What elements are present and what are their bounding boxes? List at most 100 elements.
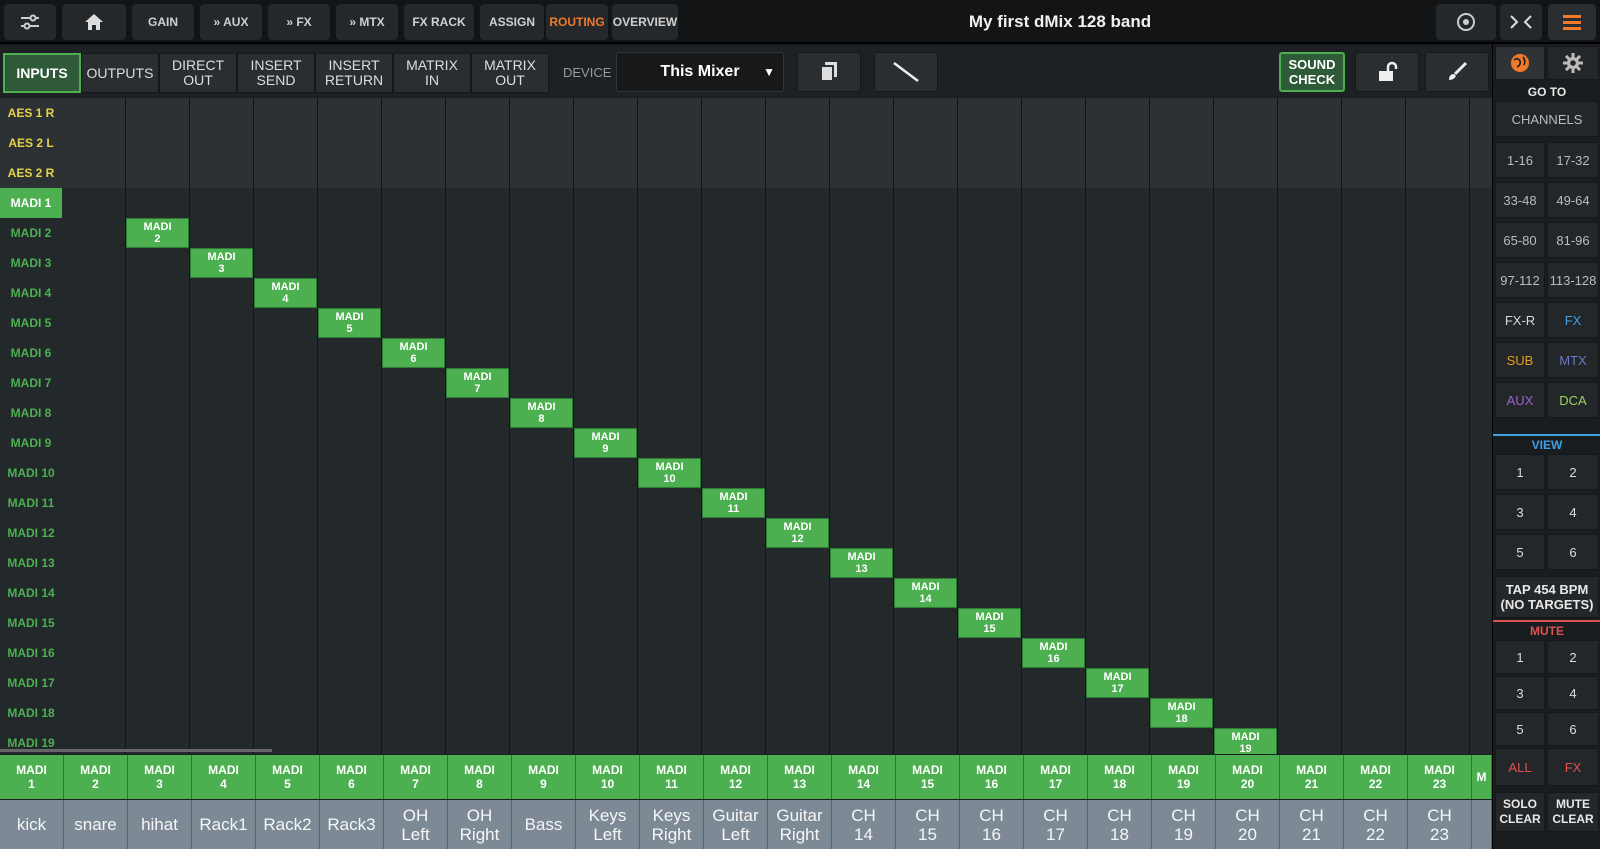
row-label[interactable]: MADI 18: [0, 698, 62, 728]
mute-group-button[interactable]: 5: [1495, 712, 1545, 746]
channel-name[interactable]: Bass: [512, 800, 576, 849]
mute-group-button[interactable]: 1: [1495, 640, 1545, 674]
row-label[interactable]: AES 2 R: [0, 158, 62, 188]
column-source[interactable]: MADI 16: [960, 755, 1024, 799]
channel-range-button[interactable]: 113-128: [1547, 262, 1599, 298]
row-label[interactable]: MADI 14: [0, 578, 62, 608]
routed-cell[interactable]: MADI 4: [254, 278, 317, 308]
channel-name[interactable]: Keys Right: [640, 800, 704, 849]
tab-assign[interactable]: ASSIGN: [480, 4, 544, 40]
mute-fx-button[interactable]: FX: [1547, 748, 1599, 786]
row-label[interactable]: MADI 6: [0, 338, 62, 368]
routed-cell[interactable]: MADI 19: [1214, 728, 1277, 754]
tab-fx[interactable]: » FX: [268, 4, 330, 40]
row-label[interactable]: MADI 9: [0, 428, 62, 458]
channel-name[interactable]: CH 22: [1344, 800, 1408, 849]
channel-range-button[interactable]: 97-112: [1495, 262, 1545, 298]
diagonal-route-icon[interactable]: [874, 52, 938, 92]
tab-insert-send[interactable]: INSERT SEND: [237, 53, 315, 93]
view-button[interactable]: 5: [1495, 534, 1545, 570]
collapse-icon[interactable]: [1500, 4, 1542, 40]
mute-all-button[interactable]: ALL: [1495, 748, 1545, 786]
channel-name[interactable]: CH 16: [960, 800, 1024, 849]
column-source[interactable]: MADI 6: [320, 755, 384, 799]
column-source[interactable]: MADI 1: [0, 755, 64, 799]
row-label[interactable]: MADI 7: [0, 368, 62, 398]
mixer-settings-icon[interactable]: [4, 4, 56, 40]
routing-matrix[interactable]: AES 1 R AES 2 L AES 2 R MADI 1 MADI 2 MADI 3M…: [0, 98, 1492, 754]
tab-insert-return[interactable]: INSERT RETURN: [315, 53, 393, 93]
layer-button[interactable]: DCA: [1547, 382, 1599, 418]
channel-name[interactable]: kick: [0, 800, 64, 849]
column-source[interactable]: MADI 9: [512, 755, 576, 799]
brush-icon[interactable]: [1425, 52, 1489, 92]
routed-cell[interactable]: MADI 2: [126, 218, 189, 248]
column-source[interactable]: MADI 13: [768, 755, 832, 799]
channel-name[interactable]: Rack2: [256, 800, 320, 849]
row-label[interactable]: MADI 1: [0, 188, 62, 218]
channel-name[interactable]: [1472, 800, 1492, 849]
routed-cell[interactable]: MADI 15: [958, 608, 1021, 638]
layer-button[interactable]: MTX: [1547, 342, 1599, 378]
horizontal-scrollbar[interactable]: [0, 749, 272, 752]
column-source[interactable]: MADI 20: [1216, 755, 1280, 799]
routed-cell[interactable]: MADI 13: [830, 548, 893, 578]
channel-range-button[interactable]: 81-96: [1547, 222, 1599, 258]
column-source[interactable]: MADI 23: [1408, 755, 1472, 799]
tab-matrix-out[interactable]: MATRIX OUT: [471, 53, 549, 93]
row-label[interactable]: MADI 4: [0, 278, 62, 308]
column-source[interactable]: M: [1472, 755, 1492, 799]
row-label[interactable]: MADI 17: [0, 668, 62, 698]
channel-range-button[interactable]: 17-32: [1547, 142, 1599, 178]
column-source[interactable]: MADI 18: [1088, 755, 1152, 799]
channel-name[interactable]: CH 21: [1280, 800, 1344, 849]
row-label[interactable]: AES 1 R: [0, 98, 62, 128]
column-source[interactable]: MADI 3: [128, 755, 192, 799]
channel-name[interactable]: CH 14: [832, 800, 896, 849]
routed-cell[interactable]: MADI 5: [318, 308, 381, 338]
column-source[interactable]: MADI 21: [1280, 755, 1344, 799]
view-button[interactable]: 6: [1547, 534, 1599, 570]
tab-overview[interactable]: OVERVIEW: [612, 4, 678, 40]
tab-outputs[interactable]: OUTPUTS: [81, 53, 159, 93]
channel-range-button[interactable]: 49-64: [1547, 182, 1599, 218]
channel-name[interactable]: Rack1: [192, 800, 256, 849]
view-button[interactable]: 3: [1495, 494, 1545, 530]
layer-button[interactable]: FX-R: [1495, 302, 1545, 338]
row-label[interactable]: MADI 3: [0, 248, 62, 278]
channel-name[interactable]: snare: [64, 800, 128, 849]
routed-cell[interactable]: MADI 7: [446, 368, 509, 398]
tab-fx-rack[interactable]: FX RACK: [404, 4, 474, 40]
menu-icon[interactable]: [1548, 4, 1596, 40]
row-label[interactable]: MADI 5: [0, 308, 62, 338]
column-source[interactable]: MADI 10: [576, 755, 640, 799]
channels-button[interactable]: CHANNELS: [1495, 101, 1599, 137]
tab-inputs[interactable]: INPUTS: [3, 53, 81, 93]
column-source[interactable]: MADI 17: [1024, 755, 1088, 799]
routed-cell[interactable]: MADI 10: [638, 458, 701, 488]
channel-name[interactable]: CH 20: [1216, 800, 1280, 849]
column-source[interactable]: MADI 19: [1152, 755, 1216, 799]
scene-icon[interactable]: [1436, 4, 1496, 40]
channel-name[interactable]: OH Left: [384, 800, 448, 849]
column-source[interactable]: MADI 7: [384, 755, 448, 799]
column-source[interactable]: MADI 15: [896, 755, 960, 799]
column-source[interactable]: MADI 22: [1344, 755, 1408, 799]
device-select[interactable]: This Mixer ▼: [616, 52, 784, 92]
mute-group-button[interactable]: 2: [1547, 640, 1599, 674]
row-label[interactable]: MADI 8: [0, 398, 62, 428]
channel-name[interactable]: Guitar Right: [768, 800, 832, 849]
column-source[interactable]: MADI 2: [64, 755, 128, 799]
home-icon[interactable]: [62, 4, 126, 40]
row-label[interactable]: MADI 11: [0, 488, 62, 518]
routed-cell[interactable]: MADI 14: [894, 578, 957, 608]
routed-cell[interactable]: MADI 16: [1022, 638, 1085, 668]
view-button[interactable]: 2: [1547, 454, 1599, 490]
mute-group-button[interactable]: 3: [1495, 676, 1545, 710]
row-label[interactable]: MADI 13: [0, 548, 62, 578]
tab-gain[interactable]: GAIN: [132, 4, 194, 40]
globe-icon[interactable]: [1495, 46, 1545, 80]
row-label[interactable]: MADI 12: [0, 518, 62, 548]
view-button[interactable]: 1: [1495, 454, 1545, 490]
channel-name[interactable]: CH 23: [1408, 800, 1472, 849]
